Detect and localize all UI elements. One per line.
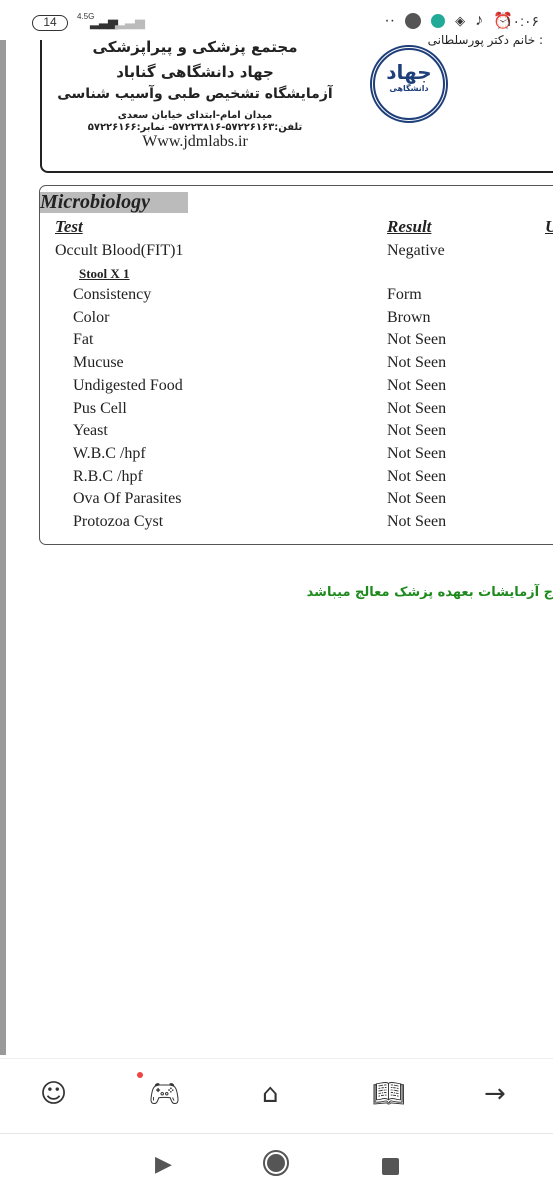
scrollbar[interactable]	[0, 40, 6, 1055]
row-test: Mucuse	[73, 354, 124, 372]
book-icon[interactable]: 📖︎	[372, 1079, 405, 1109]
logo-subtext: دانشگاهی	[389, 84, 429, 93]
app-2-icon	[431, 14, 446, 28]
layers-icon: ◈	[455, 13, 466, 28]
header-phones: تلفن:۵۷۲۲۶۱۶۳-۵۷۲۲۳۸۱۶- نمابر:۵۷۲۲۶۱۶۶	[87, 122, 303, 133]
row-result: Form	[387, 286, 422, 303]
row-test: Undigested Food	[73, 376, 183, 394]
app-icon	[405, 13, 422, 29]
occult-result: Negative	[387, 242, 445, 259]
gamepad-icon[interactable]: 🎮︎	[148, 1079, 181, 1109]
footer-note: ج آزمایشات بعهده پزشک معالج میباشد	[306, 585, 553, 600]
section-title: Microbiology	[40, 192, 188, 213]
row-result: Not Seen	[387, 444, 447, 462]
header-line-3: آزمایشگاه تشخیص طبی وآسیب شناسی	[57, 86, 333, 102]
row-test: Protozoa Cyst	[73, 513, 164, 530]
jahad-logo: جهاد دانشگاهی	[370, 45, 448, 123]
header-line-1: مجتمع پزشکی و پیراپزشکی	[92, 38, 298, 56]
row-result: Not Seen	[387, 331, 447, 349]
profile-icon[interactable]: ☺	[40, 1079, 67, 1109]
back-button[interactable]: ▶	[155, 1152, 172, 1177]
notification-icons: ·· ◈ ♪ ⏰	[384, 11, 513, 31]
tiktok-icon: ♪	[475, 12, 484, 29]
column-unit: U	[545, 217, 553, 237]
row-result: Not Seen	[387, 513, 447, 530]
row-result: Not Seen	[387, 399, 447, 417]
notification-dot	[137, 1072, 143, 1078]
bottom-nav: ☺ 🎮︎ ⌂ 📖︎ →	[0, 1058, 553, 1134]
doctor-name: : خانم دکتر پورسلطانی	[427, 33, 543, 47]
row-test: R.B.C /hpf	[73, 467, 143, 485]
row-test: W.B.C /hpf	[73, 444, 146, 462]
more-icon: ··	[384, 12, 396, 29]
subheading: Stool X 1	[79, 266, 130, 281]
occult-test: Occult Blood(FIT)1	[55, 242, 184, 259]
row-result: Not Seen	[387, 467, 447, 485]
row-test: Yeast	[73, 422, 108, 440]
column-result: Result	[387, 217, 432, 236]
clock: ۱۰:۰۶	[505, 13, 539, 29]
row-test: Color	[73, 308, 110, 326]
row-result: Not Seen	[387, 376, 447, 394]
logo-text: جهاد	[386, 60, 432, 84]
row-result: Not Seen	[387, 490, 447, 508]
row-result: Not Seen	[387, 354, 447, 372]
row-test: Ova Of Parasites	[73, 490, 182, 508]
row-test: Pus Cell	[73, 399, 127, 417]
lab-header	[40, 40, 553, 173]
recents-button[interactable]	[382, 1158, 399, 1175]
header-address: میدان امام-ابتدای خیابان سعدی	[117, 110, 273, 121]
row-result: Not Seen	[387, 422, 447, 440]
home-button[interactable]	[263, 1150, 289, 1176]
signal-2-icon: ▂▃▅	[115, 14, 145, 29]
row-result: Brown	[387, 308, 431, 326]
arrow-right-icon[interactable]: →	[484, 1079, 506, 1109]
row-test: Fat	[73, 331, 94, 349]
column-test: Test	[55, 217, 83, 236]
battery-indicator: 14	[32, 15, 68, 31]
header-website: Www.jdmlabs.ir	[142, 133, 248, 150]
row-test: Consistency	[73, 286, 152, 303]
signal-icon: ▂▃▅	[90, 14, 118, 29]
header-line-2: جهاد دانشگاهی گناباد	[116, 63, 274, 81]
home-icon[interactable]: ⌂	[262, 1079, 279, 1109]
